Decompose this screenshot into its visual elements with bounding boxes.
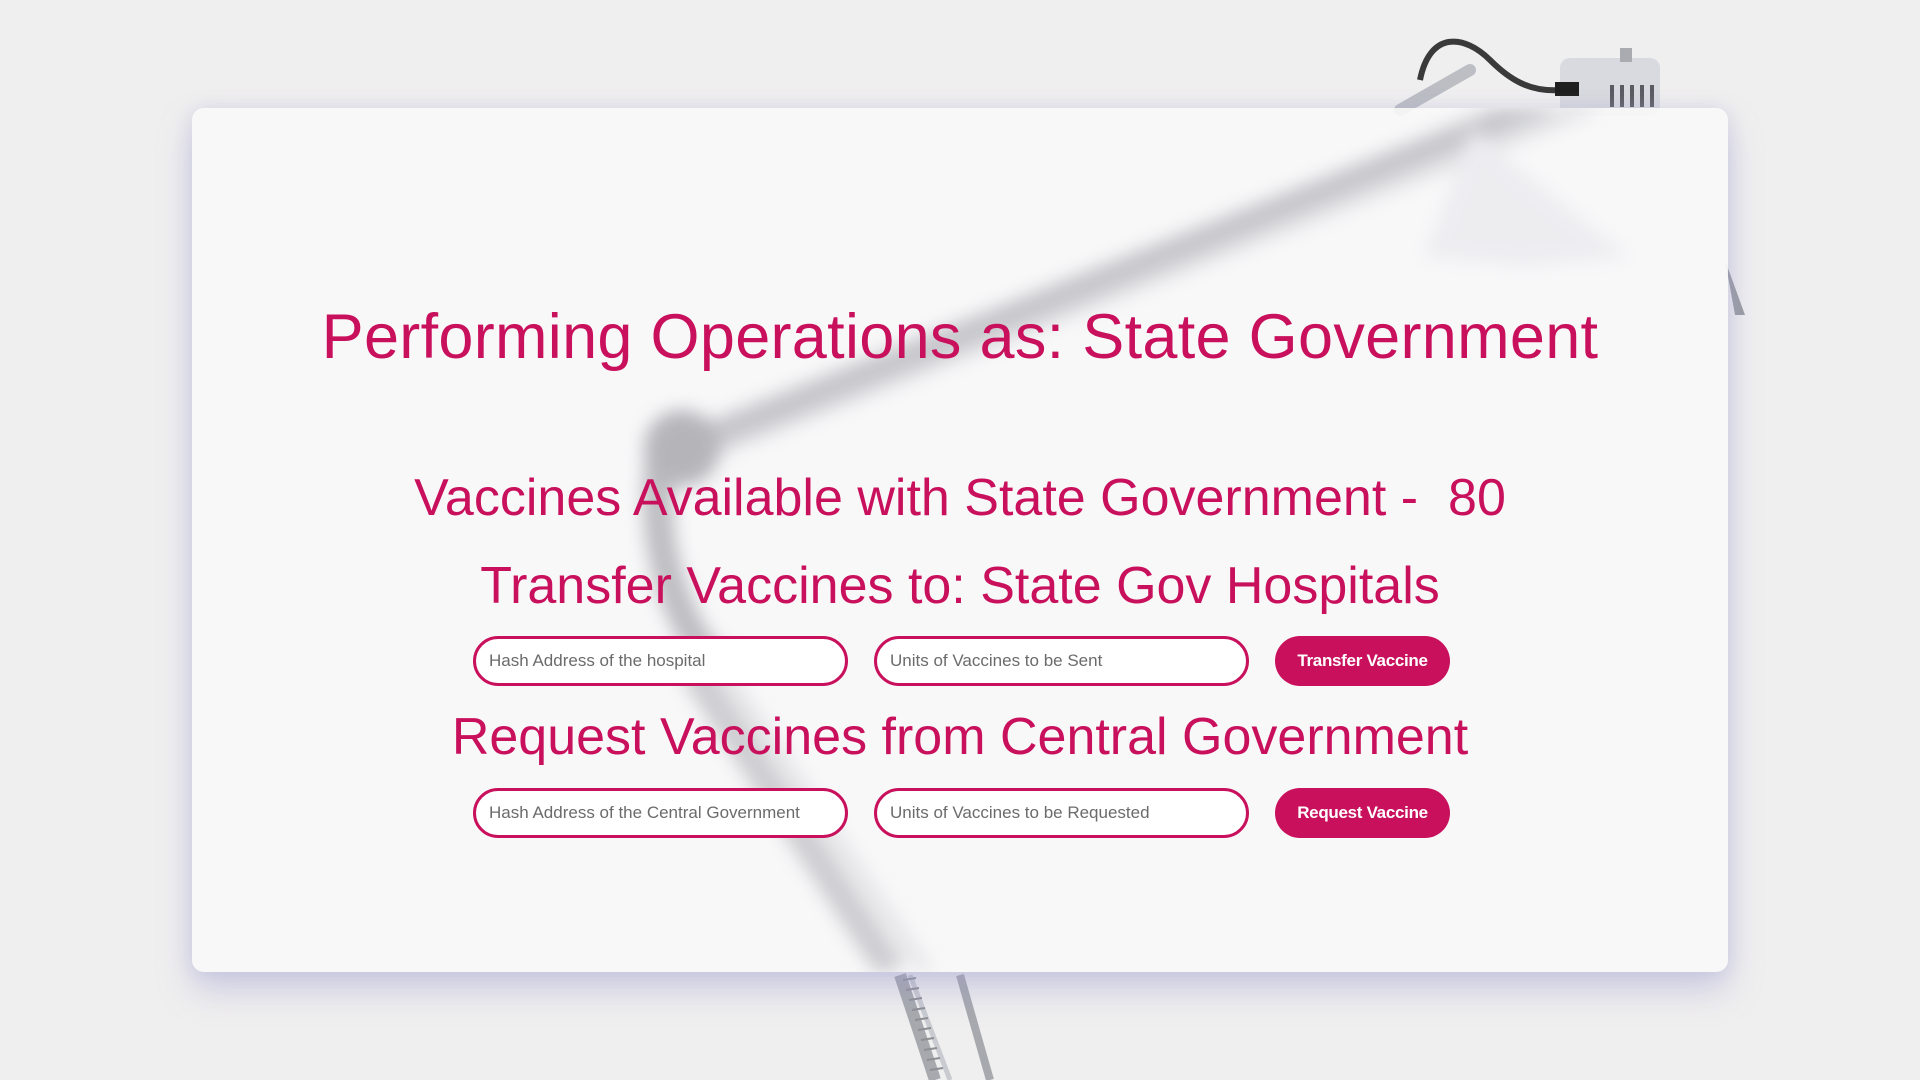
vaccines-available-label: Vaccines Available with State Government…	[414, 469, 1419, 527]
hospital-hash-input[interactable]	[473, 636, 848, 686]
role-name: State Government	[1082, 302, 1599, 372]
vaccines-available-count: 80	[1448, 469, 1506, 527]
central-government-hash-input[interactable]	[473, 788, 848, 838]
card-content: Performing Operations as: State Governme…	[192, 108, 1728, 972]
units-to-send-input[interactable]	[874, 636, 1249, 686]
operations-card: Performing Operations as: State Governme…	[192, 108, 1728, 972]
page-title: Performing Operations as: State Governme…	[192, 298, 1728, 377]
units-to-request-input[interactable]	[874, 788, 1249, 838]
title-prefix: Performing Operations as:	[321, 302, 1065, 372]
transfer-vaccine-button[interactable]: Transfer Vaccine	[1275, 636, 1450, 686]
transfer-section-heading: Transfer Vaccines to: State Gov Hospital…	[480, 557, 1440, 615]
transfer-form: Transfer Vaccine	[473, 636, 1450, 686]
request-form: Request Vaccine	[473, 788, 1450, 838]
request-vaccine-button[interactable]: Request Vaccine	[1275, 788, 1450, 838]
vaccines-available-heading: Vaccines Available with State Government…	[192, 466, 1728, 531]
request-section-heading: Request Vaccines from Central Government	[451, 708, 1469, 766]
